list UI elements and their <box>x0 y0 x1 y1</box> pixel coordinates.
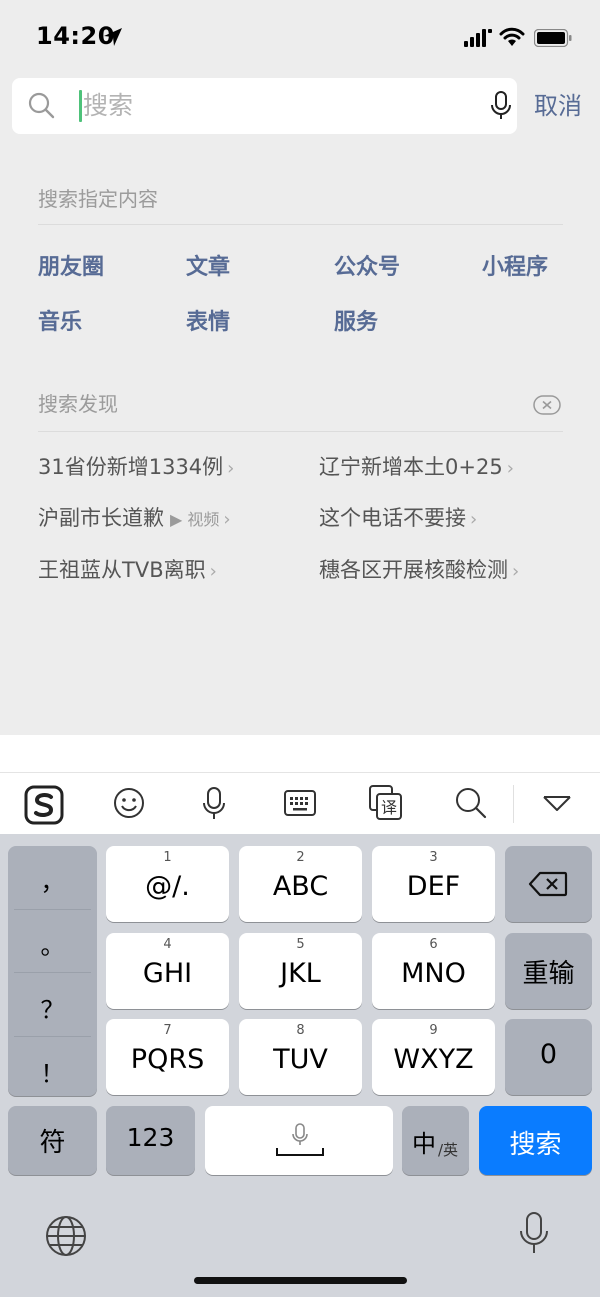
home-indicator[interactable] <box>194 1277 407 1284</box>
sogou-logo-icon[interactable] <box>24 785 64 825</box>
key-1[interactable]: 1 @/. <box>106 846 229 922</box>
punctuation-column: ， 。 ？ ！ <box>8 846 97 1096</box>
space-mic-icon <box>276 1123 324 1156</box>
keyboard: ， 。 ？ ！ 1 @/. 2 ABC 3 DEF 4 GHI 5 JKL 6 … <box>0 834 600 1297</box>
play-icon: ▶ <box>170 510 183 529</box>
specified-content-title: 搜索指定内容 <box>38 187 158 211</box>
clear-history-icon[interactable] <box>533 395 561 415</box>
key-8[interactable]: 8 TUV <box>239 1019 362 1095</box>
category-moments[interactable]: 朋友圈 <box>38 253 104 283</box>
discovery-item[interactable]: 这个电话不要接 › <box>319 503 477 535</box>
divider <box>38 431 563 432</box>
key-6[interactable]: 6 MNO <box>372 933 495 1009</box>
key-5[interactable]: 5 JKL <box>239 933 362 1009</box>
chevron-right-icon: › <box>223 509 231 530</box>
divider <box>14 909 91 910</box>
divider <box>14 972 91 973</box>
search-bar: 搜索 <box>0 78 600 136</box>
chevron-right-icon: › <box>506 458 514 479</box>
cancel-button[interactable]: 取消 <box>534 89 582 123</box>
key-3[interactable]: 3 DEF <box>372 846 495 922</box>
punct-exclaim-key[interactable]: ！ <box>8 1054 97 1089</box>
globe-icon[interactable] <box>44 1214 88 1258</box>
symbol-key[interactable]: 符 <box>8 1106 97 1175</box>
discovery-item[interactable]: 王祖蓝从TVB离职 › <box>38 555 217 587</box>
category-stickers[interactable]: 表情 <box>186 308 230 338</box>
translate-icon[interactable]: 译 <box>369 785 403 821</box>
key-9[interactable]: 9 WXYZ <box>372 1019 495 1095</box>
collapse-keyboard-icon[interactable] <box>542 795 572 813</box>
backspace-key[interactable] <box>505 846 592 922</box>
search-icon <box>28 92 55 119</box>
category-music[interactable]: 音乐 <box>38 308 82 338</box>
translate-glyph: 译 <box>381 798 397 817</box>
text-cursor <box>79 90 82 122</box>
backspace-icon <box>528 871 568 897</box>
punct-question-key[interactable]: ？ <box>8 990 97 1025</box>
key-4[interactable]: 4 GHI <box>106 933 229 1009</box>
discovery-item[interactable]: 31省份新增1334例 › <box>38 452 234 484</box>
search-placeholder: 搜索 <box>83 91 134 120</box>
microphone-icon[interactable] <box>203 787 225 821</box>
discovery-item[interactable]: 沪副市长道歉 ▶ 视频 › <box>38 503 231 535</box>
divider <box>38 224 563 225</box>
key-7[interactable]: 7 PQRS <box>106 1019 229 1095</box>
keyboard-toolbar: 译 <box>0 772 600 834</box>
chevron-right-icon: › <box>512 561 520 582</box>
category-services[interactable]: 服务 <box>334 308 378 338</box>
microphone-icon[interactable] <box>490 91 512 121</box>
discovery-title: 搜索发现 <box>38 392 118 416</box>
location-arrow-icon <box>104 28 122 46</box>
emoji-icon[interactable] <box>113 787 145 819</box>
key-0[interactable]: 0 <box>505 1019 592 1095</box>
cellular-signal-icon <box>464 29 492 47</box>
keyboard-icon[interactable] <box>284 790 316 816</box>
language-toggle-key[interactable]: 中 /英 <box>402 1106 469 1175</box>
toolbar-separator <box>513 785 514 823</box>
search-icon[interactable] <box>455 787 487 819</box>
punct-period-key[interactable]: 。 <box>8 926 97 961</box>
retype-key[interactable]: 重输 <box>505 933 592 1009</box>
chevron-right-icon: › <box>227 458 235 479</box>
status-bar: 14:20 <box>0 0 600 78</box>
punct-comma-key[interactable]: ， <box>8 862 97 897</box>
battery-icon <box>534 29 572 47</box>
space-key[interactable] <box>205 1106 393 1175</box>
key-2[interactable]: 2 ABC <box>239 846 362 922</box>
wifi-icon <box>499 27 525 46</box>
video-tag: ▶ 视频 <box>170 510 220 529</box>
chevron-right-icon: › <box>209 561 217 582</box>
chevron-right-icon: › <box>470 509 478 530</box>
discovery-item[interactable]: 穗各区开展核酸检测 › <box>319 555 519 587</box>
category-official-accounts[interactable]: 公众号 <box>334 253 400 283</box>
dictation-mic-icon[interactable] <box>519 1211 549 1257</box>
category-mini-programs[interactable]: 小程序 <box>482 253 548 283</box>
category-articles[interactable]: 文章 <box>186 253 230 283</box>
numbers-key[interactable]: 123 <box>106 1106 195 1175</box>
search-input[interactable]: 搜索 <box>12 78 517 134</box>
divider <box>14 1036 91 1037</box>
search-key[interactable]: 搜索 <box>479 1106 592 1175</box>
discovery-item[interactable]: 辽宁新增本土0+25 › <box>319 452 514 484</box>
search-page: 14:20 搜索 取消 搜索指定内容 朋友圈 文章 公众号 小程序 音乐 表情 … <box>0 0 600 735</box>
